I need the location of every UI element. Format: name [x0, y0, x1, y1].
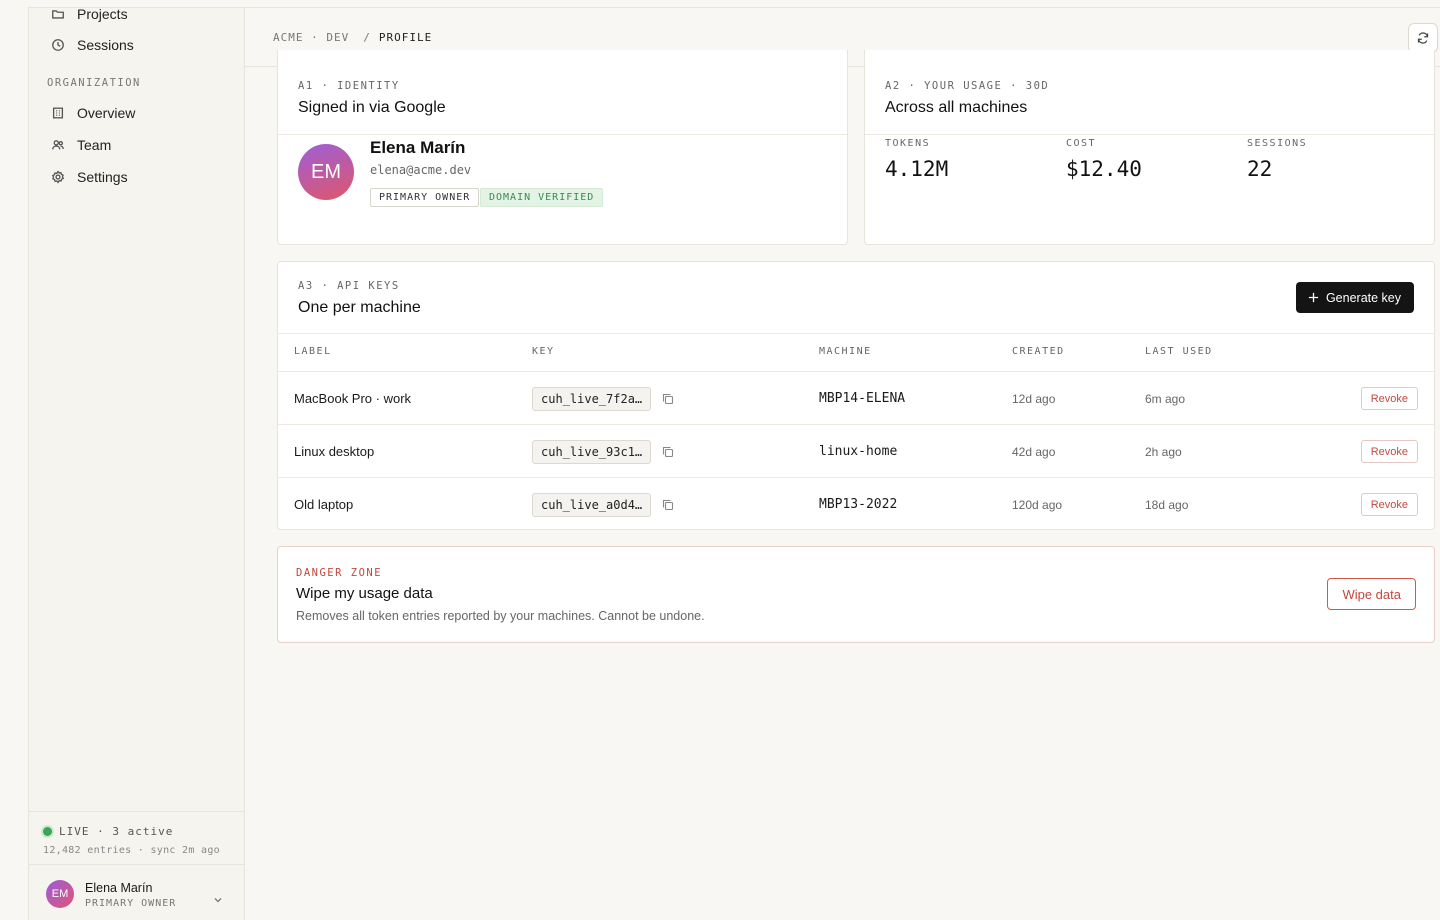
folder-icon	[47, 7, 69, 21]
stat-value: 4.12M	[885, 157, 949, 181]
profile-name: Elena Marín	[370, 138, 466, 157]
sidebar: Projects Sessions ORGANIZATION Overview …	[28, 6, 245, 920]
card-label: A3 · API KEYS	[298, 280, 400, 292]
revoke-button[interactable]: Revoke	[1360, 440, 1418, 463]
clock-icon	[47, 38, 69, 52]
stat-tokens: TOKENS 4.12M	[885, 138, 948, 181]
user-role: PRIMARY OWNER	[85, 898, 177, 909]
last-used-time: 18d ago	[1145, 497, 1189, 512]
machine-name: MBP14-ELENA	[819, 391, 906, 406]
gear-icon	[47, 170, 69, 184]
table-row: Linux desktop cuh_live_93c1… linux-home …	[278, 424, 1434, 477]
column-header: LABEL	[294, 346, 332, 357]
table-row: Old laptop cuh_live_a0d4… MBP13-2022 120…	[278, 477, 1434, 530]
stat-label: SESSIONS	[1247, 138, 1308, 149]
card-title: One per machine	[298, 299, 421, 316]
chevron-down-icon	[214, 898, 222, 903]
column-header: MACHINE	[819, 346, 872, 357]
live-status-text: LIVE · 3 active	[59, 825, 174, 838]
column-header: KEY	[532, 346, 555, 357]
revoke-button[interactable]: Revoke	[1360, 387, 1418, 410]
section-label-organization: ORGANIZATION	[47, 77, 141, 89]
machine-name: linux-home	[819, 444, 898, 459]
building-icon	[47, 106, 69, 120]
stat-value: 22	[1247, 157, 1273, 181]
danger-zone-card: DANGER ZONE Wipe my usage data Removes a…	[277, 546, 1435, 643]
avatar: EM	[46, 880, 74, 908]
avatar: EM	[298, 144, 354, 200]
user-menu[interactable]: EM Elena Marín PRIMARY OWNER	[29, 865, 245, 920]
key-value: cuh_live_93c1…	[532, 439, 652, 464]
breadcrumb-separator: /	[363, 31, 371, 44]
sidebar-item-label: Sessions	[77, 37, 134, 53]
copy-icon[interactable]	[661, 498, 675, 512]
sidebar-item-overview[interactable]: Overview	[47, 101, 135, 125]
card-label: A1 · IDENTITY	[298, 80, 400, 92]
sidebar-item-label: Settings	[77, 169, 128, 185]
usage-card: A2 · YOUR USAGE · 30D Across all machine…	[864, 50, 1435, 245]
card-title: Across all machines	[885, 99, 1028, 116]
breadcrumb: ACME · DEV / PROFILE	[273, 31, 432, 44]
live-status: LIVE · 3 active 12,482 entries · sync 2m…	[29, 811, 245, 865]
status-badge: DOMAIN VERIFIED	[480, 188, 604, 207]
identity-card: A1 · IDENTITY Signed in via Google EM El…	[277, 50, 848, 245]
created-time: 42d ago	[1012, 444, 1056, 459]
last-used-time: 6m ago	[1145, 391, 1186, 406]
stat-cost: COST $12.40	[1066, 138, 1142, 181]
profile-email: elena@acme.dev	[370, 163, 472, 177]
danger-zone-description: Removes all token entries reported by yo…	[296, 609, 705, 623]
sidebar-item-team[interactable]: Team	[47, 133, 111, 157]
live-sync-text: 12,482 entries · sync 2m ago	[43, 845, 220, 856]
sidebar-item-label: Team	[77, 137, 112, 153]
user-name: Elena Marín	[85, 881, 153, 895]
card-title: Signed in via Google	[298, 99, 446, 116]
created-time: 120d ago	[1012, 497, 1063, 512]
breadcrumb-current: PROFILE	[378, 31, 433, 44]
danger-zone-title: Wipe my usage data	[296, 585, 433, 602]
key-value: cuh_live_a0d4…	[532, 492, 652, 517]
stat-value: $12.40	[1066, 157, 1142, 181]
sidebar-item-label: Overview	[77, 105, 136, 121]
revoke-button[interactable]: Revoke	[1360, 493, 1418, 516]
sidebar-item-label: Projects	[77, 6, 128, 22]
stat-sessions: SESSIONS 22	[1247, 138, 1307, 181]
table-row: MacBook Pro · work cuh_live_7f2a… MBP14-…	[278, 371, 1434, 424]
key-label: Linux desktop	[294, 444, 375, 459]
sidebar-item-projects[interactable]: Projects	[47, 2, 128, 26]
stat-label: TOKENS	[885, 138, 931, 149]
wipe-data-button[interactable]: Wipe data	[1327, 578, 1416, 610]
stat-label: COST	[1066, 138, 1097, 149]
copy-icon[interactable]	[661, 392, 675, 406]
role-badge: PRIMARY OWNER	[370, 188, 480, 207]
key-value: cuh_live_7f2a…	[532, 386, 652, 411]
copy-icon[interactable]	[661, 445, 675, 459]
column-header: LAST USED	[1145, 346, 1213, 357]
users-icon	[47, 138, 69, 152]
created-time: 12d ago	[1012, 391, 1056, 406]
api-keys-card: A3 · API KEYS One per machine Generate k…	[277, 261, 1435, 530]
column-header: CREATED	[1012, 346, 1065, 357]
danger-zone-label: DANGER ZONE	[296, 567, 383, 579]
generate-key-label: Generate key	[1325, 290, 1401, 305]
key-label: MacBook Pro · work	[294, 391, 412, 406]
sidebar-item-sessions[interactable]: Sessions	[47, 33, 134, 57]
refresh-button[interactable]	[1408, 23, 1438, 53]
live-dot-icon	[43, 827, 52, 836]
refresh-icon	[1417, 32, 1429, 44]
machine-name: MBP13-2022	[819, 497, 898, 512]
generate-key-button[interactable]: Generate key	[1295, 282, 1414, 313]
breadcrumb-org[interactable]: ACME · DEV	[273, 31, 349, 44]
card-label: A2 · YOUR USAGE · 30D	[885, 80, 1050, 92]
plus-icon	[1308, 292, 1319, 303]
sidebar-item-settings[interactable]: Settings	[47, 165, 128, 189]
last-used-time: 2h ago	[1145, 444, 1182, 459]
key-label: Old laptop	[294, 497, 354, 512]
